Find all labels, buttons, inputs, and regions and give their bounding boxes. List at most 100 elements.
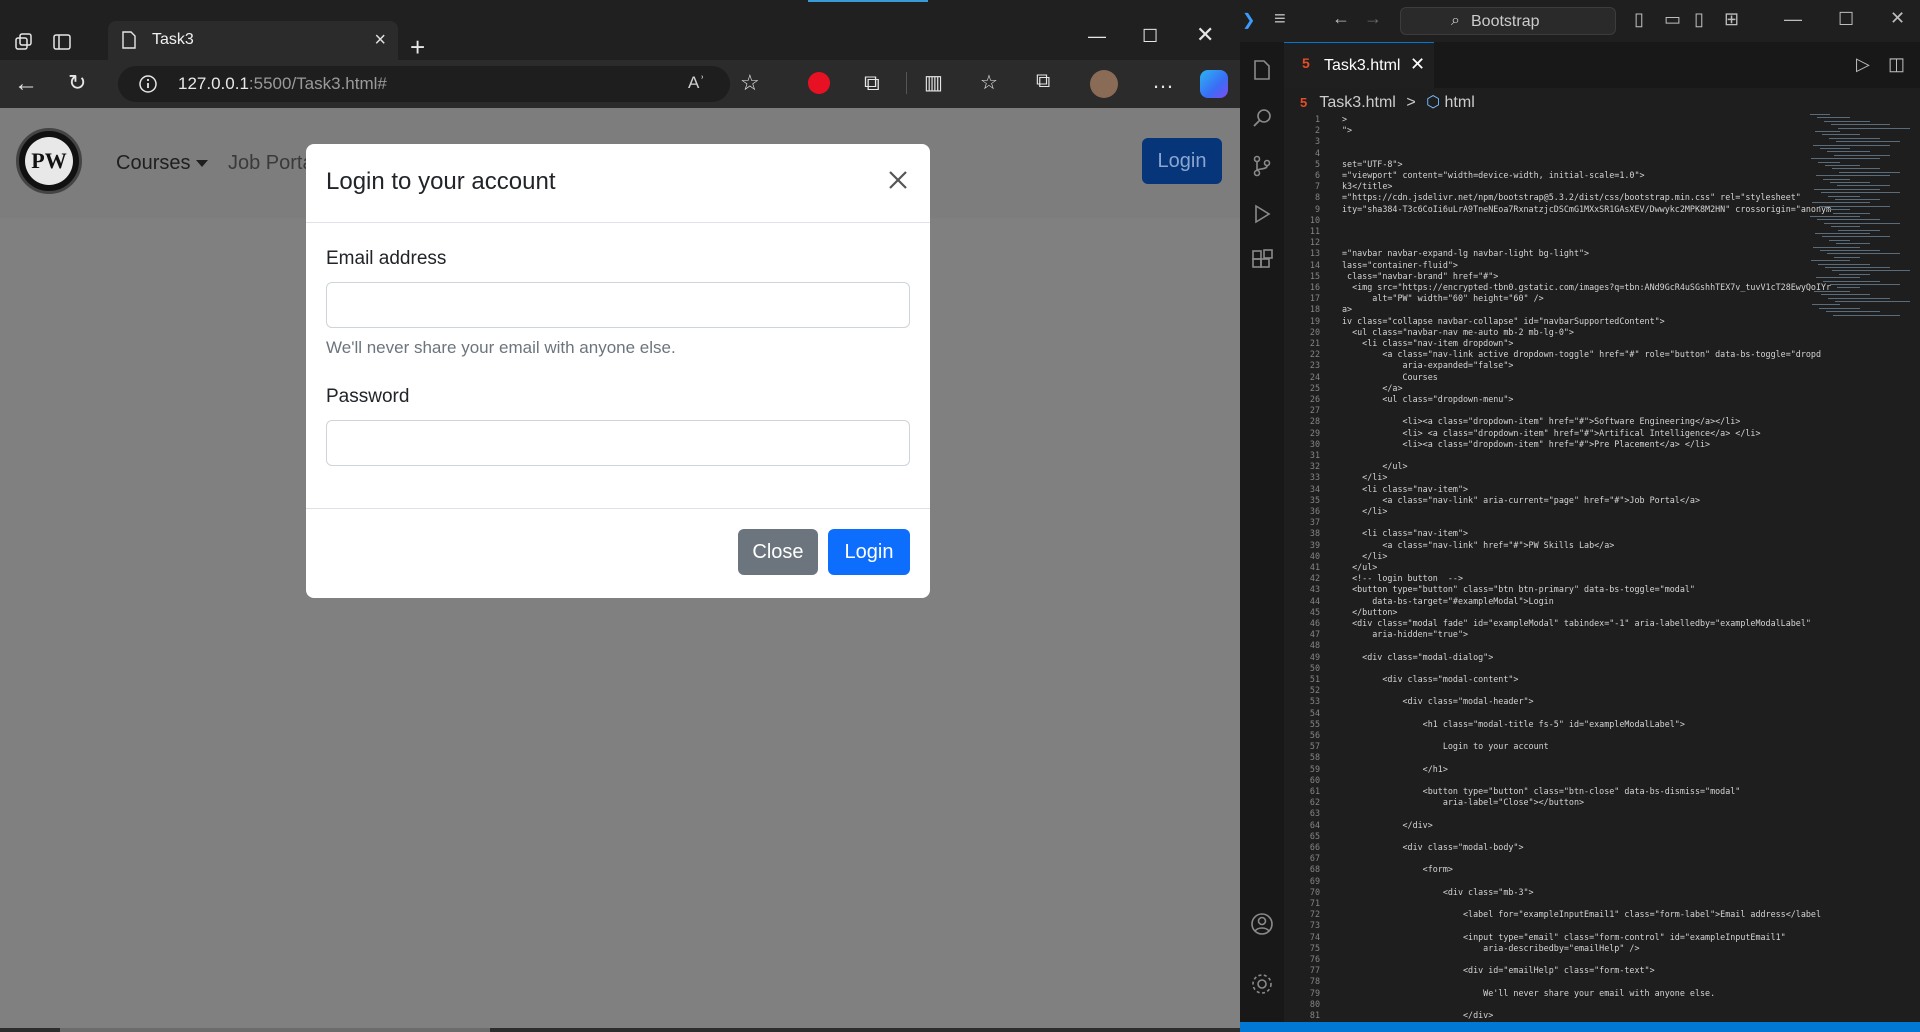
line-number: 37 <box>1309 517 1320 528</box>
refresh-icon[interactable]: ↻ <box>68 70 86 96</box>
maximize-icon[interactable]: ☐ <box>1142 26 1158 47</box>
menu-icon[interactable]: ≡ <box>1274 8 1286 31</box>
favorite-star-icon[interactable]: ☆ <box>740 70 760 96</box>
explorer-icon[interactable] <box>1250 58 1274 82</box>
line-number: 29 <box>1309 427 1320 438</box>
code-line: <li> <a class="dropdown-item" href="#">A… <box>1342 427 1761 438</box>
line-number: 71 <box>1309 898 1320 908</box>
tab-actions-icon[interactable] <box>46 26 78 58</box>
login-button[interactable]: Login <box>828 529 910 575</box>
line-number: 52 <box>1309 685 1320 696</box>
minimap-line <box>1825 165 1860 166</box>
code-line: aria-expanded="false"> <box>1342 360 1514 371</box>
workspaces-icon[interactable] <box>8 26 40 58</box>
settings-gear-icon[interactable] <box>1250 972 1274 996</box>
source-control-icon[interactable] <box>1250 154 1274 178</box>
collections-icon[interactable]: ⧉ <box>1036 70 1050 93</box>
vs-close-icon[interactable]: ✕ <box>1890 8 1905 29</box>
close-button[interactable]: Close <box>738 529 818 575</box>
line-number: 4 <box>1314 147 1320 158</box>
command-center-search[interactable]: ⌕ Bootstrap <box>1400 7 1616 35</box>
minimap-line <box>1810 216 1860 217</box>
tab-task3[interactable]: Task3 × <box>108 21 398 60</box>
toggle-secondary-sidebar-icon[interactable]: ▯ <box>1694 9 1704 30</box>
editor-tab-label: Task3.html <box>1324 57 1401 74</box>
code-line: <li><a class="dropdown-item" href="#">So… <box>1342 416 1741 427</box>
copilot-icon[interactable] <box>1200 70 1228 98</box>
scrollbar-thumb[interactable] <box>60 1028 490 1032</box>
minimap-line <box>1835 199 1880 200</box>
site-info-icon[interactable] <box>138 74 158 99</box>
customize-layout-icon[interactable]: ⊞ <box>1724 9 1739 30</box>
minimize-icon[interactable]: — <box>1088 26 1106 47</box>
url-field[interactable]: 127.0.0.1:5500/Task3.html# Aʾ <box>118 66 730 102</box>
breadcrumb-node-icon: ⬡ <box>1426 94 1441 111</box>
navbar-login-button[interactable]: Login <box>1142 138 1222 184</box>
split-screen-icon[interactable]: ▥ <box>924 70 943 95</box>
run-debug-icon[interactable] <box>1250 202 1274 226</box>
line-number: 54 <box>1309 707 1320 718</box>
code-editor[interactable]: 1 >2 "> 3 4 5 set="UTF-8"> 6 ="viewport" content… <box>1284 114 1874 1022</box>
extensions-icon[interactable]: ⧉ <box>864 70 880 96</box>
toggle-panel-icon[interactable]: ▭ <box>1664 9 1681 30</box>
accounts-icon[interactable] <box>1250 912 1274 936</box>
adblock-extension-icon[interactable] <box>808 72 830 94</box>
code-line: Courses <box>1342 371 1438 382</box>
line-number: 53 <box>1309 696 1320 707</box>
new-tab-icon[interactable]: + <box>410 32 425 63</box>
minimap-line <box>1827 151 1870 153</box>
profile-avatar[interactable] <box>1090 70 1118 98</box>
vs-maximize-icon[interactable]: ☐ <box>1838 9 1854 30</box>
minimap-line <box>1812 304 1840 306</box>
code-line: <ul class="dropdown-menu"> <box>1342 394 1514 404</box>
minimap-line <box>1821 192 1900 194</box>
line-number: 74 <box>1309 931 1320 942</box>
email-field[interactable] <box>326 282 910 328</box>
extensions-view-icon[interactable] <box>1250 248 1274 272</box>
code-line: <button type="button" class="btn btn-pri… <box>1342 584 1695 595</box>
vs-minimize-icon[interactable]: — <box>1784 9 1802 30</box>
minimap-line <box>1834 256 1860 258</box>
minimap-line <box>1827 253 1900 255</box>
line-number: 76 <box>1309 954 1320 964</box>
editor-tab-close-icon[interactable]: ✕ <box>1410 54 1425 75</box>
pw-logo[interactable]: PW <box>16 128 82 194</box>
tab-close-icon[interactable]: × <box>374 29 386 52</box>
editor-tab-task3[interactable]: 5 Task3.html ✕ <box>1284 42 1434 89</box>
nav-forward-icon[interactable]: → <box>1364 8 1382 29</box>
breadcrumb-file[interactable]: Task3.html <box>1319 94 1395 111</box>
line-number: 34 <box>1309 483 1320 494</box>
minimap-line <box>1818 161 1840 163</box>
window-close-icon[interactable]: ✕ <box>1196 22 1214 48</box>
minimap-line <box>1820 250 1880 251</box>
horizontal-scrollbar[interactable] <box>0 1028 1240 1032</box>
line-number: 66 <box>1309 842 1320 852</box>
search-view-icon[interactable] <box>1250 106 1274 130</box>
password-field[interactable] <box>326 420 910 466</box>
read-aloud-icon[interactable]: Aʾ <box>688 73 705 93</box>
code-line: <li><a class="dropdown-item" href="#">Pr… <box>1342 438 1711 449</box>
more-options-icon[interactable]: … <box>1152 68 1174 94</box>
nav-back-icon[interactable]: ← <box>1332 8 1350 29</box>
line-number: 32 <box>1309 461 1320 472</box>
minimap-line <box>1819 205 1890 207</box>
toggle-primary-sidebar-icon[interactable]: ▯ <box>1634 9 1644 30</box>
run-file-icon[interactable]: ▷ <box>1856 54 1870 75</box>
minimap-line <box>1811 260 1850 262</box>
minimap-line <box>1834 154 1890 156</box>
back-icon[interactable]: ← <box>14 70 38 98</box>
line-number: 60 <box>1309 774 1320 785</box>
minimap-line <box>1830 284 1900 285</box>
taskbar-active-indicator <box>808 0 928 2</box>
breadcrumb-node[interactable]: html <box>1445 94 1475 111</box>
line-number: 68 <box>1309 864 1320 875</box>
split-editor-icon[interactable]: ◫ <box>1888 54 1905 75</box>
page-icon <box>122 31 136 54</box>
nav-job-portal[interactable]: Job Porta <box>228 152 314 175</box>
favorites-icon[interactable]: ☆ <box>980 70 998 95</box>
minimap[interactable] <box>1810 114 1920 414</box>
password-label: Password <box>326 386 410 407</box>
nav-courses-dropdown[interactable]: Courses <box>116 152 209 175</box>
modal-close-icon[interactable] <box>882 164 914 196</box>
breadcrumb: 5 Task3.html > ⬡ html <box>1300 92 1475 112</box>
